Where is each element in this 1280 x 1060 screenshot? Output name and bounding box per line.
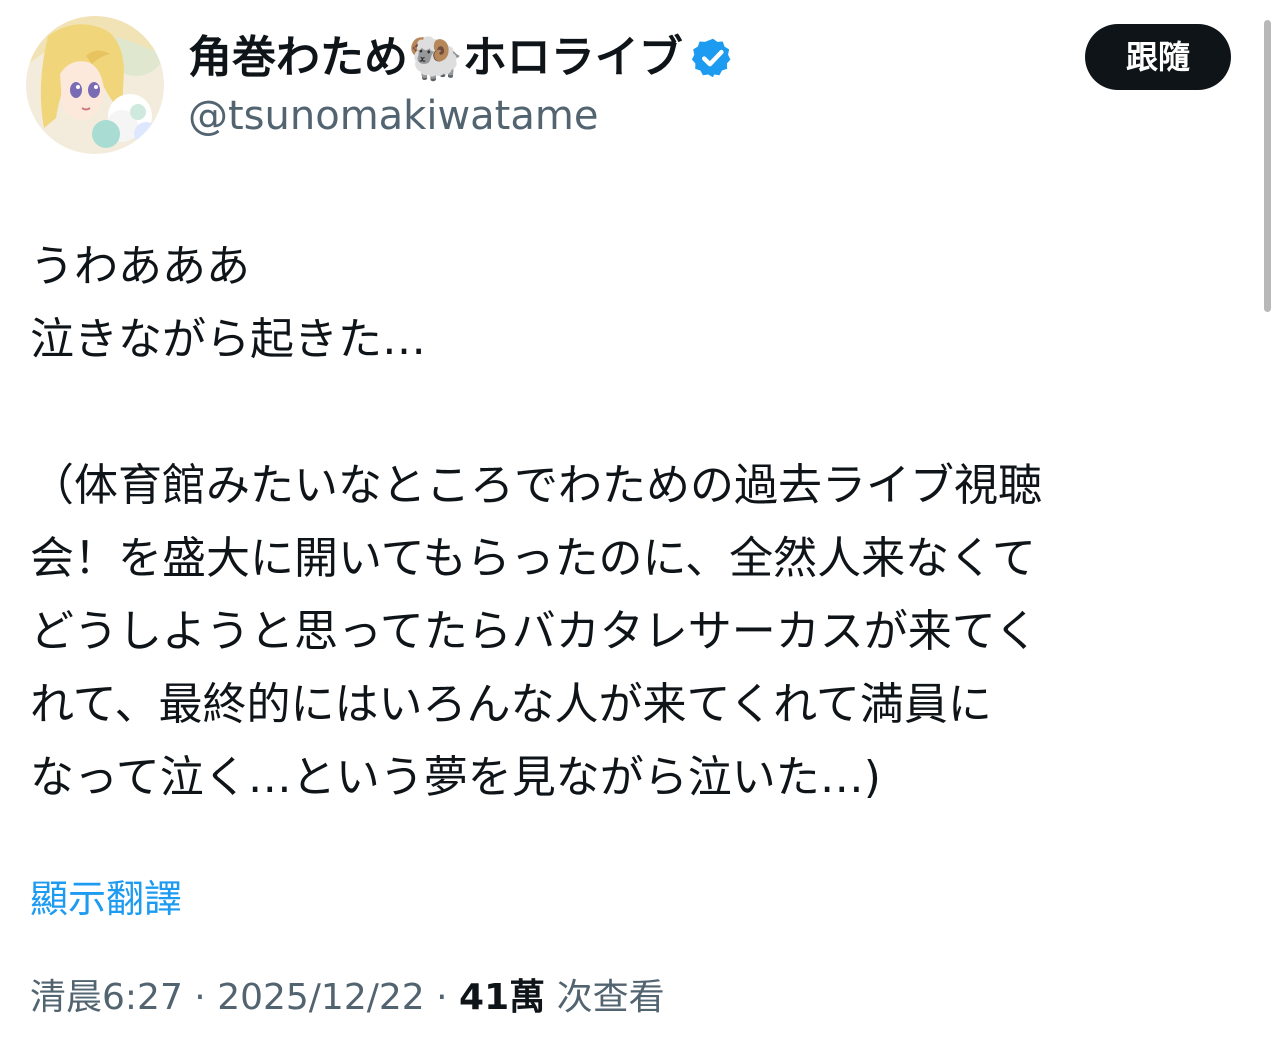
- verified-badge-icon[interactable]: [691, 36, 735, 80]
- tweet-text-line: うわあああ: [30, 241, 250, 292]
- tweet-text-line: （体育館みたいなところでわための過去ライブ視聴: [30, 460, 1042, 511]
- tweet-time[interactable]: 清晨6:27: [30, 977, 183, 1018]
- author-handle[interactable]: @tsunomakiwatame: [188, 90, 598, 142]
- tweet-text-line: 会！を盛大に開いてもらったのに、全然人来なくて: [30, 533, 1036, 584]
- tweet-text: うわあああ 泣きながら起きた… （体育館みたいなところでわための過去ライブ視聴 …: [30, 230, 1245, 814]
- follow-button[interactable]: 跟隨: [1085, 24, 1231, 90]
- avatar[interactable]: [26, 16, 164, 154]
- author-display-name[interactable]: 角巻わため🐏ホロライブ: [188, 28, 683, 88]
- views-count[interactable]: 41萬: [459, 977, 545, 1018]
- tweet-text-line: なって泣く…という夢を見ながら泣いた…): [30, 752, 881, 803]
- views-label: 次查看: [545, 977, 665, 1018]
- tweet-meta: 清晨6:27 · 2025/12/22 · 41萬 次查看: [30, 972, 665, 1024]
- tweet-text-line: どうしようと思ってたらバカタレサーカスが来てく: [30, 606, 1039, 657]
- tweet-text-line: れて、最終的にはいろんな人が来てくれて満員に: [30, 679, 992, 730]
- tweet-date[interactable]: 2025/12/22: [217, 977, 425, 1018]
- avatar-image: [26, 16, 164, 154]
- tweet-text-line: 泣きながら起きた…: [30, 314, 426, 365]
- scrollbar-thumb[interactable]: [1264, 20, 1271, 312]
- meta-separator: ·: [182, 977, 218, 1018]
- show-translation-link[interactable]: 顯示翻譯: [30, 873, 182, 925]
- author-name-row: 角巻わため🐏ホロライブ: [188, 28, 735, 88]
- tweet-detail: 角巻わため🐏ホロライブ @tsunomakiwatame 跟隨 うわあああ 泣き…: [0, 0, 1280, 1060]
- meta-separator: ·: [424, 977, 460, 1018]
